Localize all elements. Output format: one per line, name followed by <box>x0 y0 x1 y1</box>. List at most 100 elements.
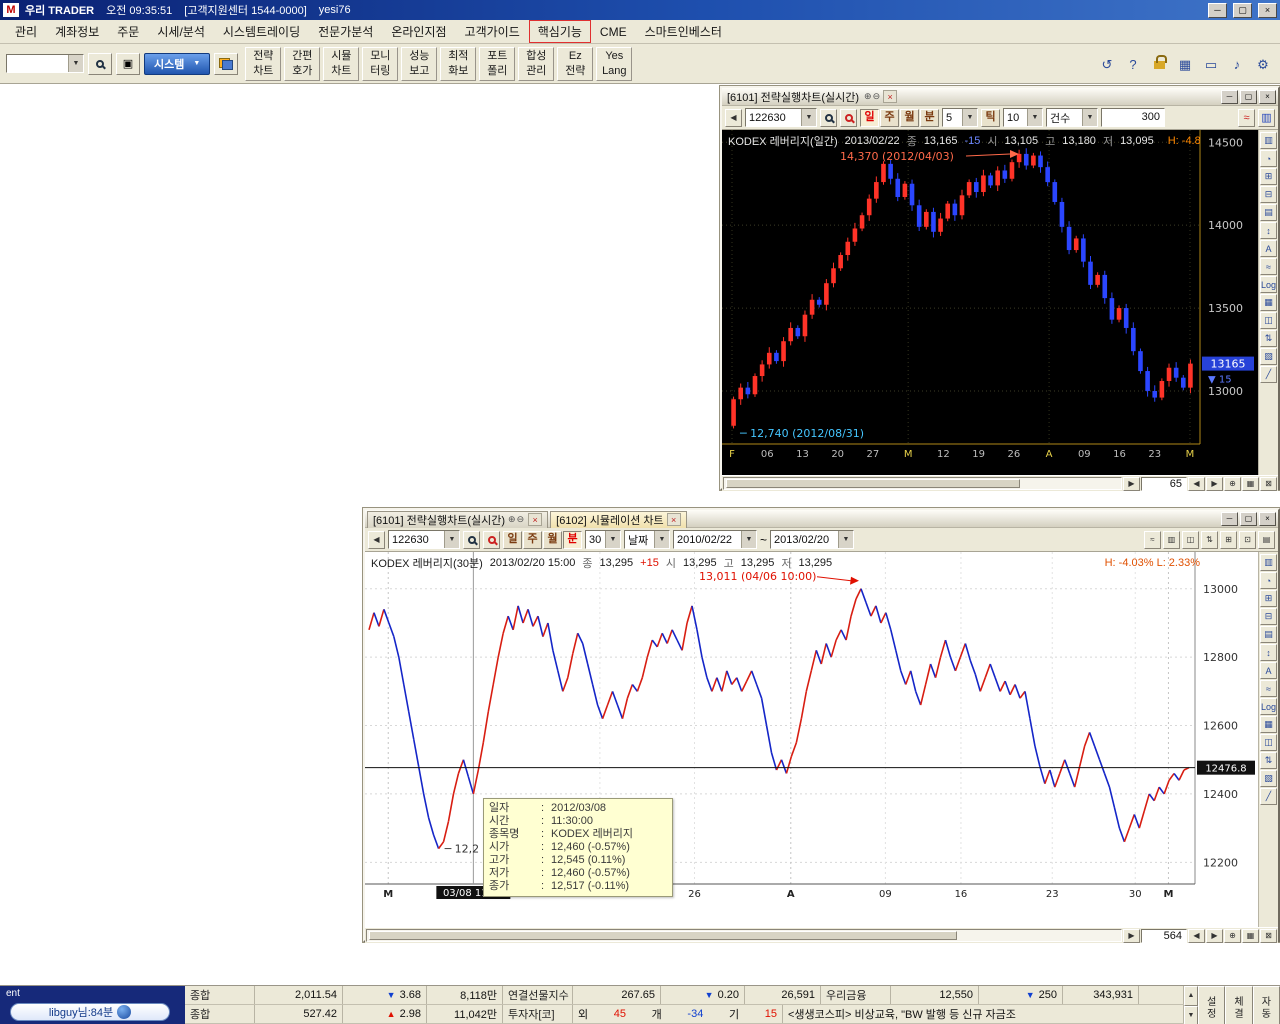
window-close-button[interactable]: × <box>1259 512 1276 526</box>
chevron-down-icon[interactable]: ▼ <box>1082 109 1097 126</box>
period-button-주[interactable]: 주 <box>523 531 542 549</box>
scroll-right-icon[interactable]: ▶ <box>1123 929 1140 943</box>
menu-item-시세/분석[interactable]: 시세/분석 <box>148 20 214 43</box>
close-pane-icon[interactable]: ⊠ <box>1260 929 1277 943</box>
period-button-분[interactable]: 분 <box>563 531 582 549</box>
feature-button-간편[interactable]: 간편호가 <box>284 47 320 81</box>
date-mode-combo[interactable]: 날짜▼ <box>624 530 670 549</box>
menu-item-전문가분석[interactable]: 전문가분석 <box>309 20 382 43</box>
print-icon[interactable]: ▤ <box>1258 531 1275 549</box>
side-tab-체결[interactable]: 체결 <box>1225 986 1252 1024</box>
line-chart-icon[interactable]: ≈ <box>1238 109 1255 127</box>
scrollbar-track[interactable] <box>723 477 1122 490</box>
prev-icon[interactable]: ↺ <box>1096 54 1118 76</box>
chart-style-icon[interactable]: ▥ <box>1260 554 1277 571</box>
tab-close-icon[interactable]: × <box>667 513 681 526</box>
help-icon[interactable]: ? <box>1122 53 1144 75</box>
visible-bars-input[interactable]: 564 <box>1141 929 1187 943</box>
tab-simulation-chart[interactable]: [6102] 시뮬레이션 차트 × <box>550 511 687 528</box>
quick-search-combo[interactable]: ▼ <box>6 54 84 73</box>
wave-tool-icon[interactable]: ≈ <box>1260 680 1277 697</box>
visible-bars-input[interactable]: 65 <box>1141 477 1187 491</box>
chevron-down-icon[interactable]: ▼ <box>444 531 459 548</box>
chevron-down-icon[interactable]: ▼ <box>605 531 620 548</box>
window-close-button[interactable]: × <box>1259 90 1276 104</box>
feature-button-합성[interactable]: 합성관리 <box>518 47 554 81</box>
collapse-left-icon[interactable]: ◀ <box>725 109 742 127</box>
grid-icon[interactable]: ▦ <box>1260 294 1277 311</box>
symbol-search-icon[interactable] <box>463 531 480 549</box>
chevron-down-icon[interactable]: ▼ <box>1027 109 1042 126</box>
period-button-월[interactable]: 월 <box>543 531 562 549</box>
pattern-icon[interactable]: ▧ <box>1260 770 1277 787</box>
chevron-down-icon[interactable]: ▼ <box>741 531 756 548</box>
pane-layout-icon[interactable]: ▤ <box>1260 204 1277 221</box>
zoom-reset-icon[interactable]: ⊕ <box>1224 929 1241 943</box>
copy-icon[interactable]: ⊡ <box>1239 531 1256 549</box>
text-tool-icon[interactable]: A <box>1260 240 1277 257</box>
side-tab-설정[interactable]: 설정 <box>1198 986 1225 1024</box>
zoom-in-icon[interactable]: ⊞ <box>1260 168 1277 185</box>
menu-item-스마트인베스터[interactable]: 스마트인베스터 <box>636 20 731 43</box>
window-maximize-button[interactable]: ▢ <box>1240 512 1257 526</box>
minute-combo[interactable]: 30▼ <box>585 530 621 549</box>
feature-button-모니[interactable]: 모니터링 <box>362 47 398 81</box>
menu-item-핵심기능[interactable]: 핵심기능 <box>529 20 591 43</box>
menu-item-온라인지점[interactable]: 온라인지점 <box>382 20 455 43</box>
bar-style-icon[interactable]: ▥ <box>1163 531 1180 549</box>
minimize-button[interactable]: ─ <box>1208 3 1227 18</box>
collapse-left-icon[interactable]: ◀ <box>368 531 385 549</box>
stock-search-icon[interactable] <box>840 109 857 127</box>
side-tab-자동[interactable]: 자동 <box>1253 986 1280 1024</box>
feature-button-시뮬[interactable]: 시뮬차트 <box>323 47 359 81</box>
prev-bar-icon[interactable]: ◀ <box>1188 929 1205 943</box>
feature-button-성능[interactable]: 성능보고 <box>401 47 437 81</box>
compare-icon[interactable]: ⇅ <box>1201 531 1218 549</box>
scrollbar-thumb[interactable] <box>726 479 1020 488</box>
zoom-out-icon[interactable]: ⊟ <box>1260 186 1277 203</box>
menu-item-CME[interactable]: CME <box>591 22 636 42</box>
period-button-분[interactable]: 분 <box>920 109 939 127</box>
feature-button-Yes[interactable]: YesLang <box>596 47 632 81</box>
log-scale-icon[interactable]: Log <box>1260 698 1277 715</box>
tab-close-icon[interactable]: × <box>528 513 542 526</box>
system-button[interactable]: 시스템▼ <box>144 53 210 75</box>
line-style-icon[interactable]: ≈ <box>1144 531 1161 549</box>
window-minimize-button[interactable]: ─ <box>1221 512 1238 526</box>
settings-icon[interactable]: ⚙ <box>1252 54 1274 76</box>
close-pane-icon[interactable]: ⊠ <box>1260 477 1277 491</box>
save-icon[interactable]: ▣ <box>116 53 140 75</box>
menu-item-주문[interactable]: 주문 <box>108 20 148 43</box>
sort-icon[interactable]: ⇅ <box>1260 330 1277 347</box>
date-from-combo[interactable]: 2010/02/22▼ <box>673 530 757 549</box>
trendline-icon[interactable]: ╱ <box>1260 366 1277 383</box>
candle-style-icon[interactable]: ◫ <box>1182 531 1199 549</box>
symbol-search-icon[interactable] <box>820 109 837 127</box>
sort-icon[interactable]: ⇅ <box>1260 752 1277 769</box>
ticker-up-icon[interactable]: ▲ <box>1184 986 1198 1006</box>
zoom-in-icon[interactable]: ⊞ <box>1260 590 1277 607</box>
symbol-code-combo[interactable]: 122630▼ <box>388 530 460 549</box>
split-pane-icon[interactable]: ◫ <box>1260 734 1277 751</box>
chevron-down-icon[interactable]: ▼ <box>838 531 853 548</box>
next-bar-icon[interactable]: ▶ <box>1206 477 1223 491</box>
intraday-line-chart[interactable]: 1300012800126001240012200M1926A09162330M… <box>365 552 1258 927</box>
log-scale-icon[interactable]: Log <box>1260 276 1277 293</box>
scroll-right-icon[interactable]: ▶ <box>1123 477 1140 491</box>
window-titlebar[interactable]: [6101] 전략실행차트(실시간) ⊕⊖ × [6102] 시뮬레이션 차트 … <box>365 510 1278 528</box>
menu-item-고객가이드[interactable]: 고객가이드 <box>456 20 529 43</box>
close-button[interactable]: × <box>1258 3 1277 18</box>
tab-strategy-chart[interactable]: [6101] 전략실행차트(실시간) ⊕⊖ × <box>367 511 548 528</box>
window-minimize-button[interactable]: ─ <box>1221 90 1238 104</box>
pattern-icon[interactable]: ▧ <box>1260 348 1277 365</box>
zoom-out-icon[interactable]: ⊟ <box>1260 608 1277 625</box>
trendline-icon[interactable]: ╱ <box>1260 788 1277 805</box>
bar-chart-icon[interactable]: ▥ <box>1258 109 1275 127</box>
scrollbar-thumb[interactable] <box>369 931 957 940</box>
grid-icon[interactable]: ▦ <box>1260 716 1277 733</box>
zoom-reset-icon[interactable]: ⊕ <box>1224 477 1241 491</box>
lock-icon[interactable] <box>1148 52 1170 74</box>
period-button-일[interactable]: 일 <box>860 109 879 127</box>
period-button-주[interactable]: 주 <box>880 109 899 127</box>
calculator-icon[interactable]: ▦ <box>1174 54 1196 76</box>
